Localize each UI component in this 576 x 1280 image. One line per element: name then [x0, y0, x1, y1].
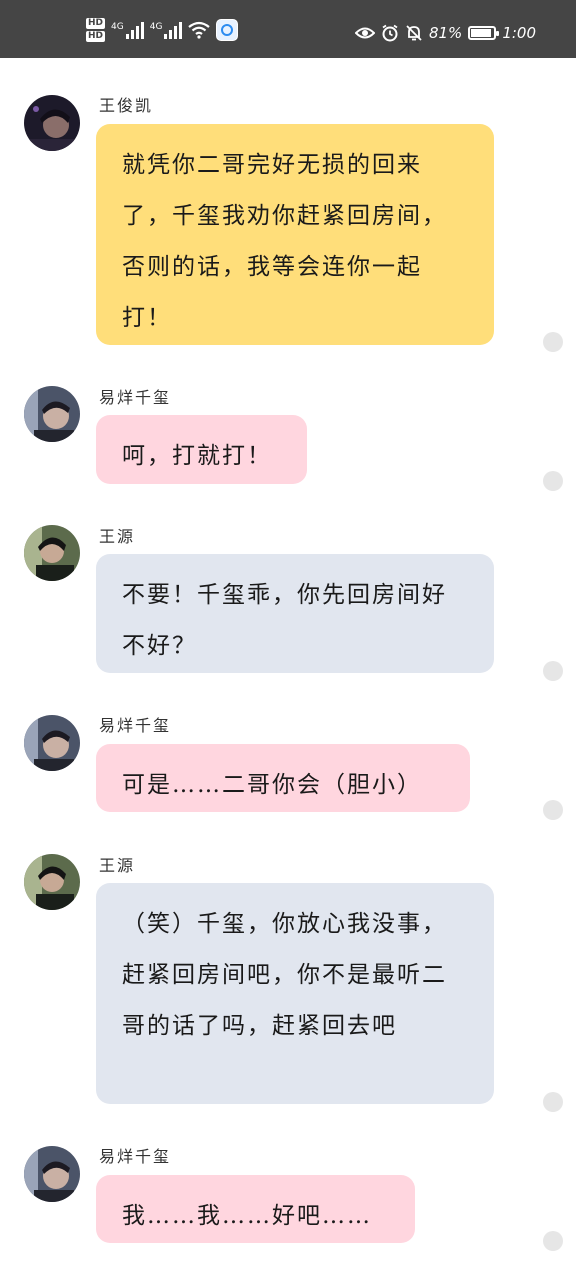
sender-name: 易烊千玺	[99, 716, 172, 735]
wifi-icon	[188, 21, 211, 39]
avatar[interactable]	[24, 1146, 80, 1202]
signal-icon: 4G	[111, 21, 144, 39]
battery-icon	[468, 26, 500, 40]
status-bar: HD HD 4G 4G 81% 1:00	[0, 0, 576, 58]
hd-icon: HD	[86, 18, 106, 29]
sender-name: 王源	[99, 527, 136, 546]
alarm-icon	[382, 24, 398, 42]
message-bubble[interactable]: 就凭你二哥完好无损的回来了，千玺我劝你赶紧回房间，否则的话，我等会连你一起打！	[96, 124, 494, 345]
battery-fill	[471, 29, 491, 37]
message-dot	[543, 800, 563, 820]
message-bubble[interactable]: 我……我……好吧……	[96, 1175, 415, 1243]
signal-bars	[125, 21, 144, 39]
message-bubble[interactable]: （笑）千玺，你放心我没事，赶紧回房间吧，你不是最听二哥的话了吗，赶紧回去吧	[96, 883, 494, 1104]
avatar[interactable]	[24, 854, 80, 910]
sender-name: 王源	[99, 856, 136, 875]
network-type-label: 4G	[149, 22, 163, 32]
message-bubble[interactable]: 不要！千玺乖，你先回房间好不好？	[96, 554, 494, 673]
status-right: 81% 1:00	[354, 24, 536, 42]
signal-bars	[164, 21, 183, 39]
message-dot	[543, 332, 563, 352]
signal-icon: 4G	[150, 21, 183, 39]
clock: 1:00	[502, 24, 536, 42]
message-bubble[interactable]: 可是……二哥你会（胆小）	[96, 744, 470, 812]
sender-name: 王俊凯	[99, 96, 154, 115]
status-left: HD HD 4G 4G	[86, 18, 239, 42]
hd-icon: HD	[86, 31, 106, 42]
avatar[interactable]	[24, 95, 80, 151]
sender-name: 易烊千玺	[99, 388, 172, 407]
avatar[interactable]	[24, 525, 80, 581]
avatar[interactable]	[24, 715, 80, 771]
hd-icons: HD HD	[86, 18, 106, 42]
eye-icon	[354, 27, 375, 39]
network-type-label: 4G	[111, 22, 124, 32]
avatar[interactable]	[24, 386, 80, 442]
message-dot	[543, 471, 563, 491]
message-dot	[543, 661, 563, 681]
sender-name: 易烊千玺	[99, 1147, 172, 1166]
message-dot	[543, 1231, 563, 1251]
battery-percent: 81%	[428, 24, 463, 42]
mute-icon	[406, 25, 422, 41]
app-icon	[216, 19, 239, 41]
message-dot	[543, 1092, 563, 1112]
message-bubble[interactable]: 呵，打就打！	[96, 415, 307, 484]
